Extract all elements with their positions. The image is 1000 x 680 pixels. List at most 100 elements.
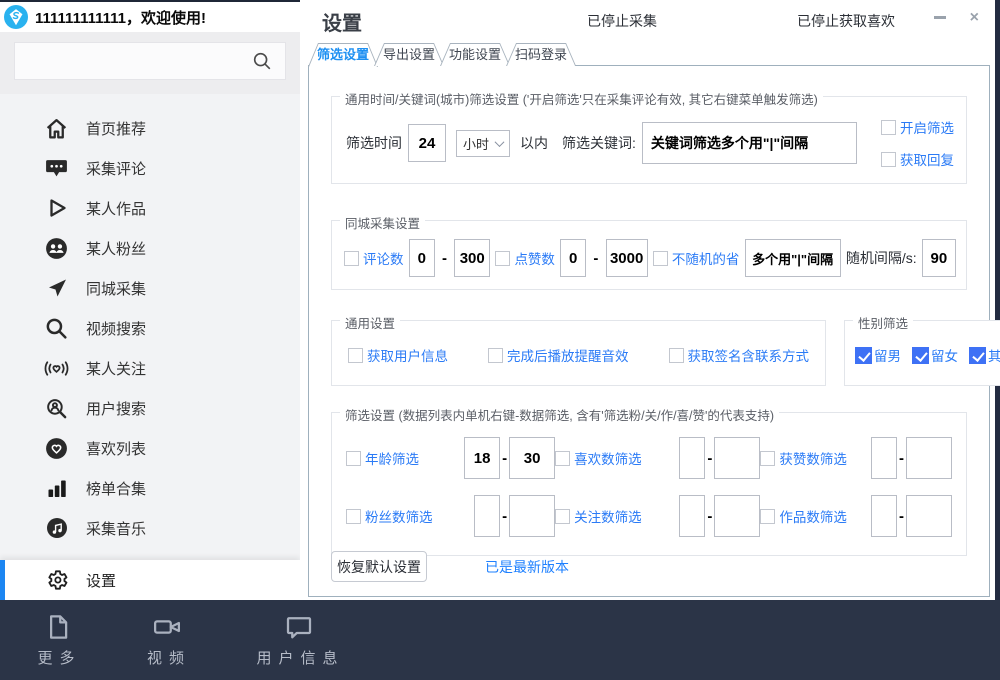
sidebar-item-label: 喜欢列表 — [86, 438, 146, 459]
random-interval-input[interactable] — [922, 239, 956, 277]
chevron-down-icon — [495, 137, 505, 147]
tab-function-settings[interactable]: 功能设置 — [440, 43, 510, 66]
keep-female-checkbox[interactable]: 留女 — [912, 345, 958, 365]
sidebar-item-collect-comments[interactable]: 采集评论 — [0, 148, 300, 188]
data-filter-section: 筛选设置 (数据列表内单机右键-数据筛选, 含有'筛选粉/关/作/喜/赞'的代表… — [331, 412, 967, 556]
get-reply-checkbox[interactable]: 获取回复 — [881, 149, 954, 169]
follow-filter-max-input[interactable] — [714, 495, 760, 537]
sidebar-item-settings[interactable]: 设置 — [0, 560, 300, 600]
follow-heart-icon — [44, 356, 69, 381]
checkbox-box — [348, 348, 363, 363]
praise-filter-max-input[interactable] — [906, 437, 952, 479]
minimize-button[interactable] — [934, 9, 946, 27]
range-dash: - — [897, 508, 906, 525]
search-icon — [44, 316, 69, 341]
search-input[interactable] — [15, 43, 251, 79]
search-icon[interactable] — [251, 50, 273, 72]
main-header: 设置 已停止采集 已停止获取喜欢 × — [300, 0, 995, 42]
latest-version-link[interactable]: 已是最新版本 — [485, 557, 569, 577]
praise-filter-checkbox[interactable]: 获赞数筛选 — [760, 448, 847, 468]
get-user-info-checkbox[interactable]: 获取用户信息 — [348, 345, 448, 365]
sidebar-item-label: 设置 — [86, 570, 116, 591]
bottombar-item-video[interactable]: 视频 — [144, 612, 192, 668]
fans-filter-checkbox[interactable]: 粉丝数筛选 — [346, 506, 433, 526]
signature-contact-checkbox[interactable]: 获取签名含联系方式 — [669, 345, 810, 365]
fixed-province-checkbox[interactable]: 不随机的省 — [653, 248, 740, 268]
play-sound-checkbox[interactable]: 完成后播放提醒音效 — [488, 345, 629, 365]
fans-filter-max-input[interactable] — [509, 495, 555, 537]
section-legend: 通用时间/关键词(城市)筛选设置 ('开启筛选'只在采集评论有效, 其它右键菜单… — [340, 89, 823, 108]
sidebar-item-like-list[interactable]: 喜欢列表 — [0, 428, 300, 468]
keyword-input[interactable] — [642, 122, 857, 164]
checkbox-box — [969, 347, 986, 364]
sidebar-item-video-search[interactable]: 视频搜索 — [0, 308, 300, 348]
sidebar-item-label: 榜单合集 — [86, 478, 146, 499]
like-filter-checkbox[interactable]: 喜欢数筛选 — [555, 448, 642, 468]
sidebar-item-user-works[interactable]: 某人作品 — [0, 188, 300, 228]
checkbox-label: 不随机的省 — [672, 248, 740, 268]
praise-filter-min-input[interactable] — [871, 437, 897, 479]
age-max-input[interactable] — [509, 437, 555, 479]
checkbox-box — [881, 120, 896, 135]
sidebar-item-user-search[interactable]: 用户搜索 — [0, 388, 300, 428]
close-button[interactable]: × — [970, 10, 979, 26]
bottombar-item-user-info[interactable]: 用户信息 — [253, 612, 345, 668]
like-min-input[interactable] — [560, 239, 586, 277]
comment-max-input[interactable] — [454, 239, 490, 277]
like-max-input[interactable] — [606, 239, 648, 277]
checkbox-box — [344, 251, 359, 266]
filter-time-input[interactable] — [408, 124, 446, 162]
like-filter-min-input[interactable] — [679, 437, 705, 479]
within-label: 以内 — [520, 133, 548, 153]
bottombar-item-more[interactable]: 更多 — [34, 612, 82, 668]
tab-filter-settings[interactable]: 筛选设置 — [308, 43, 378, 67]
sidebar-item-user-fans[interactable]: 某人粉丝 — [0, 228, 300, 268]
sidebar-item-city-collect[interactable]: 同城采集 — [0, 268, 300, 308]
like-count-checkbox[interactable]: 点赞数 — [495, 248, 555, 268]
heart-circle-icon — [44, 436, 69, 461]
like-filter-max-input[interactable] — [714, 437, 760, 479]
works-filter-min-input[interactable] — [871, 495, 897, 537]
window-controls: × — [934, 9, 979, 27]
sidebar-item-label: 某人关注 — [86, 358, 146, 379]
fans-icon — [44, 236, 69, 261]
other-gender-checkbox[interactable]: 其它 — [969, 345, 1000, 365]
sidebar-item-collect-music[interactable]: 采集音乐 — [0, 508, 300, 548]
province-input[interactable] — [745, 239, 841, 277]
works-filter-checkbox[interactable]: 作品数筛选 — [760, 506, 847, 526]
sidebar-item-home-feed[interactable]: 首页推荐 — [0, 108, 300, 148]
user-search-icon — [44, 396, 69, 421]
reset-defaults-button[interactable]: 恢复默认设置 — [331, 551, 427, 582]
checkbox-box — [912, 347, 929, 364]
keep-male-checkbox[interactable]: 留男 — [855, 345, 901, 365]
sidebar-item-label: 用户搜索 — [86, 398, 146, 419]
age-min-input[interactable] — [464, 437, 500, 479]
minimize-icon — [934, 16, 946, 19]
video-icon — [152, 612, 182, 642]
checkbox-label: 年龄筛选 — [365, 448, 419, 468]
enable-filter-checkbox[interactable]: 开启筛选 — [881, 117, 954, 137]
random-interval-label: 随机间隔/s: — [846, 248, 917, 268]
sidebar-item-label: 采集评论 — [86, 158, 146, 179]
sidebar-item-user-follows[interactable]: 某人关注 — [0, 348, 300, 388]
range-dash: - — [705, 450, 714, 467]
section-legend: 通用设置 — [340, 313, 400, 332]
search-box[interactable] — [14, 42, 286, 80]
follow-filter-min-input[interactable] — [679, 495, 705, 537]
tab-qr-login[interactable]: 扫码登录 — [506, 43, 576, 66]
section-legend: 性别筛选 — [853, 313, 913, 332]
keyword-label: 筛选关键词: — [562, 133, 636, 153]
checkbox-box — [346, 451, 361, 466]
bottombar-item-label: 用户信息 — [253, 647, 345, 668]
tab-export-settings[interactable]: 导出设置 — [374, 43, 444, 66]
age-filter-checkbox[interactable]: 年龄筛选 — [346, 448, 419, 468]
comment-count-checkbox[interactable]: 评论数 — [344, 248, 404, 268]
sidebar-item-rank-collection[interactable]: 榜单合集 — [0, 468, 300, 508]
time-unit-select[interactable]: 小时 — [456, 130, 510, 157]
comment-min-input[interactable] — [409, 239, 435, 277]
sidebar-item-label: 某人作品 — [86, 198, 146, 219]
fans-filter-min-input[interactable] — [474, 495, 500, 537]
works-filter-max-input[interactable] — [906, 495, 952, 537]
gender-filter-section: 性别筛选 留男 留女 其它 — [844, 320, 1000, 386]
follow-filter-checkbox[interactable]: 关注数筛选 — [555, 506, 642, 526]
